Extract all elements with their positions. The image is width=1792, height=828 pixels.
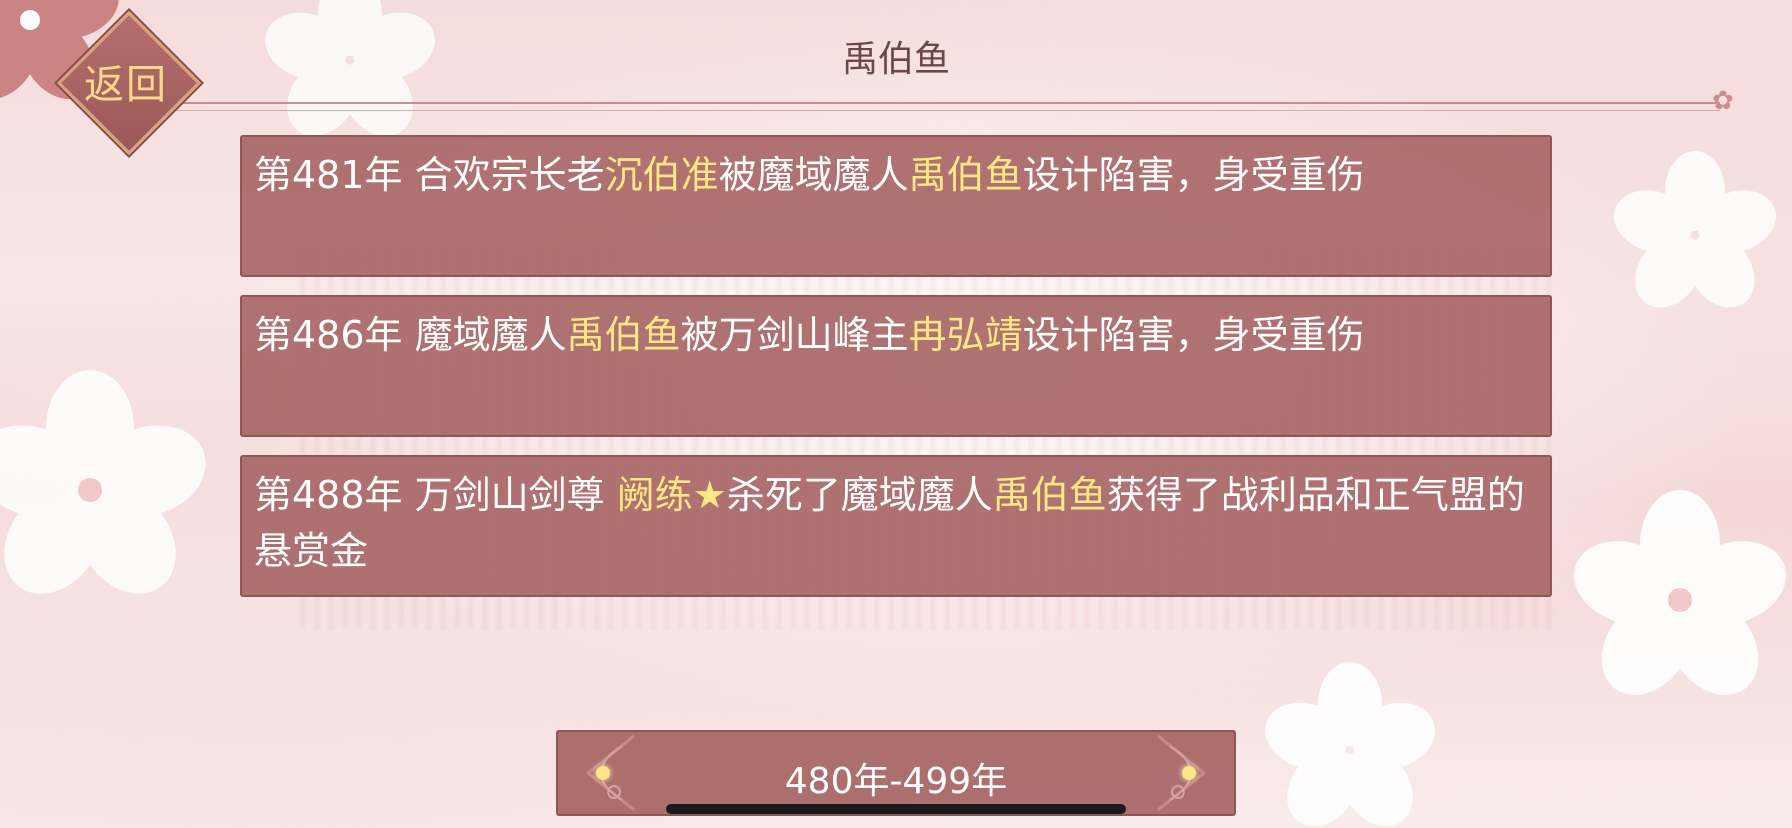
character-name-link[interactable]: 沉伯准	[605, 153, 719, 197]
back-button[interactable]: 返回	[56, 10, 202, 156]
blossom-decoration-right-upper	[1613, 151, 1777, 308]
period-label: 480年-499年	[784, 761, 1008, 802]
blossom-decoration-bottom	[1265, 662, 1435, 827]
blossom-decoration-right	[1573, 490, 1787, 695]
next-period-button[interactable]	[1148, 732, 1218, 814]
character-name-link[interactable]: 禹伯鱼	[993, 473, 1107, 517]
event-text: 第486年 魔域魔人	[254, 313, 567, 357]
event-text: 被魔域魔人	[718, 153, 909, 197]
home-indicator[interactable]	[666, 804, 1126, 814]
divider-flourish-icon: ✿	[1712, 86, 1734, 116]
header-divider	[160, 102, 1720, 111]
event-text: 设计陷害，身受重伤	[1022, 153, 1365, 197]
event-list: 第481年 合欢宗长老沉伯准被魔域魔人禹伯鱼设计陷害，身受重伤 第486年 魔域…	[240, 135, 1552, 615]
event-card: 第486年 魔域魔人禹伯鱼被万剑山峰主冉弘靖设计陷害，身受重伤	[240, 295, 1552, 437]
character-name-link[interactable]: 禹伯鱼	[567, 313, 681, 357]
arrow-glow-dot	[1182, 766, 1196, 780]
character-name-link[interactable]: 阙练★	[617, 473, 727, 517]
event-text: 第488年 万剑山剑尊	[254, 473, 617, 517]
event-text: 第481年 合欢宗长老	[254, 153, 605, 197]
event-card: 第481年 合欢宗长老沉伯准被魔域魔人禹伯鱼设计陷害，身受重伤	[240, 135, 1552, 277]
event-text: 设计陷害，身受重伤	[1022, 313, 1365, 357]
event-text: 杀死了魔域魔人	[726, 473, 993, 517]
character-name-link[interactable]: 冉弘靖	[909, 313, 1023, 357]
event-card: 第488年 万剑山剑尊 阙练★杀死了魔域魔人禹伯鱼获得了战利品和正气盟的悬赏金	[240, 455, 1552, 597]
blossom-decoration-left	[0, 370, 206, 594]
event-text: 被万剑山峰主	[680, 313, 909, 357]
back-button-label: 返回	[84, 62, 168, 108]
character-name-link[interactable]: 禹伯鱼	[909, 153, 1023, 197]
page-title: 禹伯鱼	[841, 39, 950, 80]
